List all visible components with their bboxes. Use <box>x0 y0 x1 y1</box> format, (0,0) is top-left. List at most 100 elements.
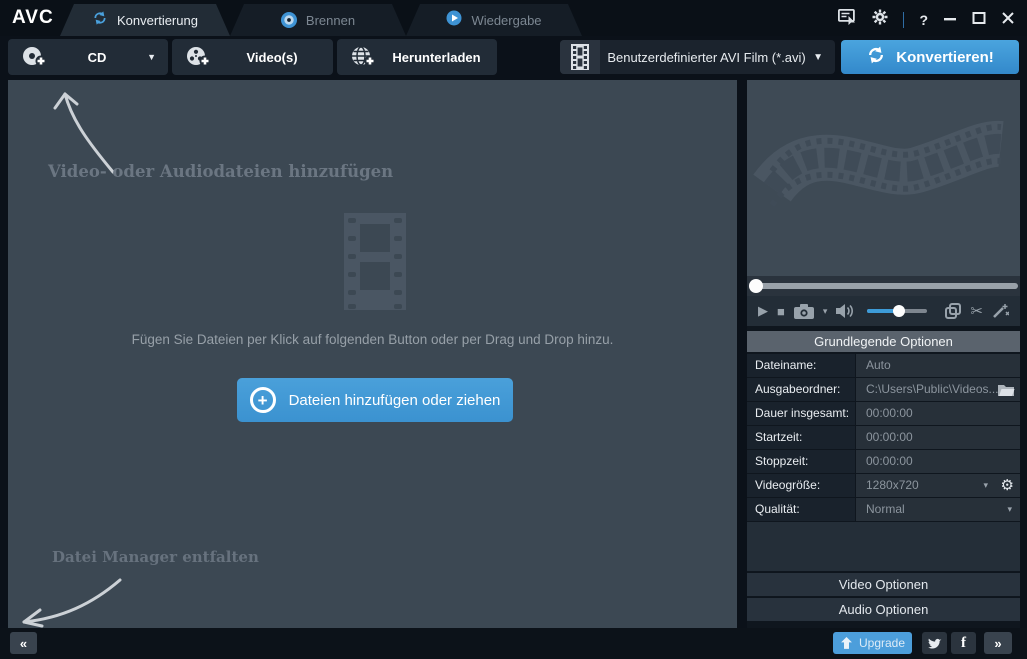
titlebar-separator <box>903 11 905 28</box>
feedback-icon[interactable] <box>838 8 857 30</box>
disc-icon <box>281 12 297 28</box>
options-empty-area <box>747 522 1020 571</box>
tab-label: Wiedergabe <box>471 12 542 28</box>
video-size-dropdown[interactable]: 1280x720 ▾ ⚙ <box>856 474 1020 497</box>
table-row: Qualität: Normal ▾ <box>747 498 1020 521</box>
cd-plus-icon <box>21 44 47 70</box>
facebook-f-icon: f <box>961 634 966 651</box>
tab-label: Konvertierung <box>117 12 198 28</box>
quality-dropdown[interactable]: Normal ▾ <box>856 498 1020 521</box>
total-duration-label: Dauer insgesamt: <box>747 402 855 425</box>
tab-konvertierung[interactable]: Konvertierung <box>60 4 230 36</box>
table-row: Videogröße: 1280x720 ▾ ⚙ <box>747 474 1020 497</box>
add-cd-button[interactable]: CD ▼ <box>8 39 168 75</box>
help-button[interactable]: ? <box>919 12 928 28</box>
drag-drop-instruction: Fügen Sie Dateien per Klick auf folgende… <box>131 332 614 347</box>
video-options-section[interactable]: Video Optionen <box>747 572 1020 596</box>
preview-options-panel: ▶ ■ ▾ ✂ Grundlegende Optionen Dateiname:… <box>747 80 1020 628</box>
close-button[interactable] <box>1001 11 1015 29</box>
add-videos-label: Video(s) <box>246 49 298 65</box>
sync-icon <box>866 45 886 69</box>
filename-label: Dateiname: <box>747 354 855 377</box>
tab-wiedergabe[interactable]: Wiedergabe <box>406 4 582 36</box>
stop-time-label: Stoppzeit: <box>747 450 855 473</box>
add-files-button-label: Dateien hinzufügen oder ziehen <box>288 391 501 409</box>
chevron-down-icon[interactable]: ▾ <box>1007 498 1012 521</box>
audio-options-section[interactable]: Audio Optionen <box>747 597 1020 621</box>
convert-label: Konvertieren! <box>896 48 994 66</box>
table-row: Dateiname: Auto <box>747 354 1020 377</box>
file-manager-hint: Datei Manager entfalten <box>52 548 259 566</box>
tab-brennen[interactable]: Brennen <box>230 4 406 36</box>
table-row: Dauer insgesamt: 00:00:00 <box>747 402 1020 425</box>
start-time-label: Startzeit: <box>747 426 855 449</box>
seek-track[interactable] <box>749 283 1018 289</box>
file-drop-area[interactable]: Video- oder Audiodateien hinzufügen Füge… <box>8 80 737 628</box>
collapse-file-manager-button[interactable]: « <box>10 632 37 654</box>
volume-fill <box>867 309 896 313</box>
table-row: Ausgabeordner: C:\Users\Public\Videos... <box>747 378 1020 401</box>
app-window: AVC Konvertierung Brennen Wiedergabe ? C… <box>0 0 1027 659</box>
globe-plus-icon <box>350 44 376 70</box>
basic-options-header: Grundlegende Optionen <box>747 331 1020 352</box>
up-arrow-icon <box>841 636 852 649</box>
volume-slider[interactable] <box>867 305 928 317</box>
download-button[interactable]: Herunterladen <box>337 39 497 75</box>
output-format-value: Benutzerdefinierter AVI Film (*.avi) <box>607 49 806 65</box>
add-cd-label: CD <box>87 49 107 65</box>
statusbar: « Upgrade f » <box>0 628 1027 659</box>
filename-value[interactable]: Auto <box>856 354 1020 377</box>
reel-plus-icon <box>185 44 211 70</box>
settings-gear-icon[interactable] <box>872 9 888 30</box>
film-placeholder-icon <box>344 213 406 310</box>
output-folder-value[interactable]: C:\Users\Public\Videos... <box>856 378 1020 401</box>
minimize-button[interactable] <box>943 11 957 29</box>
add-videos-button[interactable]: Video(s) <box>172 39 333 75</box>
volume-icon[interactable] <box>836 303 856 319</box>
snapshot-menu-caret[interactable]: ▾ <box>823 306 828 317</box>
expand-panel-button[interactable]: » <box>984 632 1012 654</box>
effects-wand-icon[interactable] <box>992 303 1009 319</box>
film-ribbon-graphic <box>753 120 1004 207</box>
sync-icon <box>92 10 108 31</box>
video-preview-area <box>747 80 1020 276</box>
facebook-button[interactable]: f <box>951 632 976 654</box>
total-duration-value: 00:00:00 <box>856 402 1020 425</box>
tab-label: Brennen <box>305 12 356 28</box>
filmstrip-icon <box>560 40 600 74</box>
folder-browse-icon[interactable] <box>998 378 1015 401</box>
window-controls: ? <box>838 8 1015 30</box>
play-button[interactable]: ▶ <box>758 303 768 319</box>
app-logo: AVC <box>12 7 54 28</box>
start-time-value[interactable]: 00:00:00 <box>856 426 1020 449</box>
volume-thumb[interactable] <box>892 305 905 317</box>
seek-bar[interactable] <box>747 276 1020 296</box>
table-row: Startzeit: 00:00:00 <box>747 426 1020 449</box>
titlebar: AVC Konvertierung Brennen Wiedergabe ? <box>0 0 1027 36</box>
convert-button[interactable]: Konvertieren! <box>841 40 1019 74</box>
upgrade-button[interactable]: Upgrade <box>833 632 912 654</box>
upgrade-label: Upgrade <box>858 636 906 650</box>
add-files-hint: Video- oder Audiodateien hinzufügen <box>48 162 394 181</box>
chevron-down-icon: ▼ <box>147 52 156 62</box>
player-controls: ▶ ■ ▾ ✂ <box>747 296 1020 326</box>
chevron-down-icon: ▼ <box>813 51 823 63</box>
output-format-select[interactable]: Benutzerdefinierter AVI Film (*.avi) ▼ <box>560 40 835 74</box>
add-files-button[interactable]: + Dateien hinzufügen oder ziehen <box>237 378 513 422</box>
download-label: Herunterladen <box>392 49 481 65</box>
quality-label: Qualität: <box>747 498 855 521</box>
snapshot-button[interactable] <box>793 303 814 319</box>
stop-button[interactable]: ■ <box>777 304 785 319</box>
chevron-down-icon[interactable]: ▾ <box>983 474 988 497</box>
video-size-settings-gear-icon[interactable]: ⚙ <box>1001 474 1014 497</box>
video-size-label: Videogröße: <box>747 474 855 497</box>
seek-thumb[interactable] <box>749 279 763 293</box>
copy-clip-icon[interactable] <box>945 303 962 319</box>
plus-icon: + <box>249 387 276 413</box>
tab-bar: Konvertierung Brennen Wiedergabe <box>60 4 582 36</box>
maximize-button[interactable] <box>972 11 986 29</box>
table-row: Stoppzeit: 00:00:00 <box>747 450 1020 473</box>
twitter-button[interactable] <box>922 632 947 654</box>
cut-scissors-icon[interactable]: ✂ <box>970 302 983 320</box>
stop-time-value[interactable]: 00:00:00 <box>856 450 1020 473</box>
